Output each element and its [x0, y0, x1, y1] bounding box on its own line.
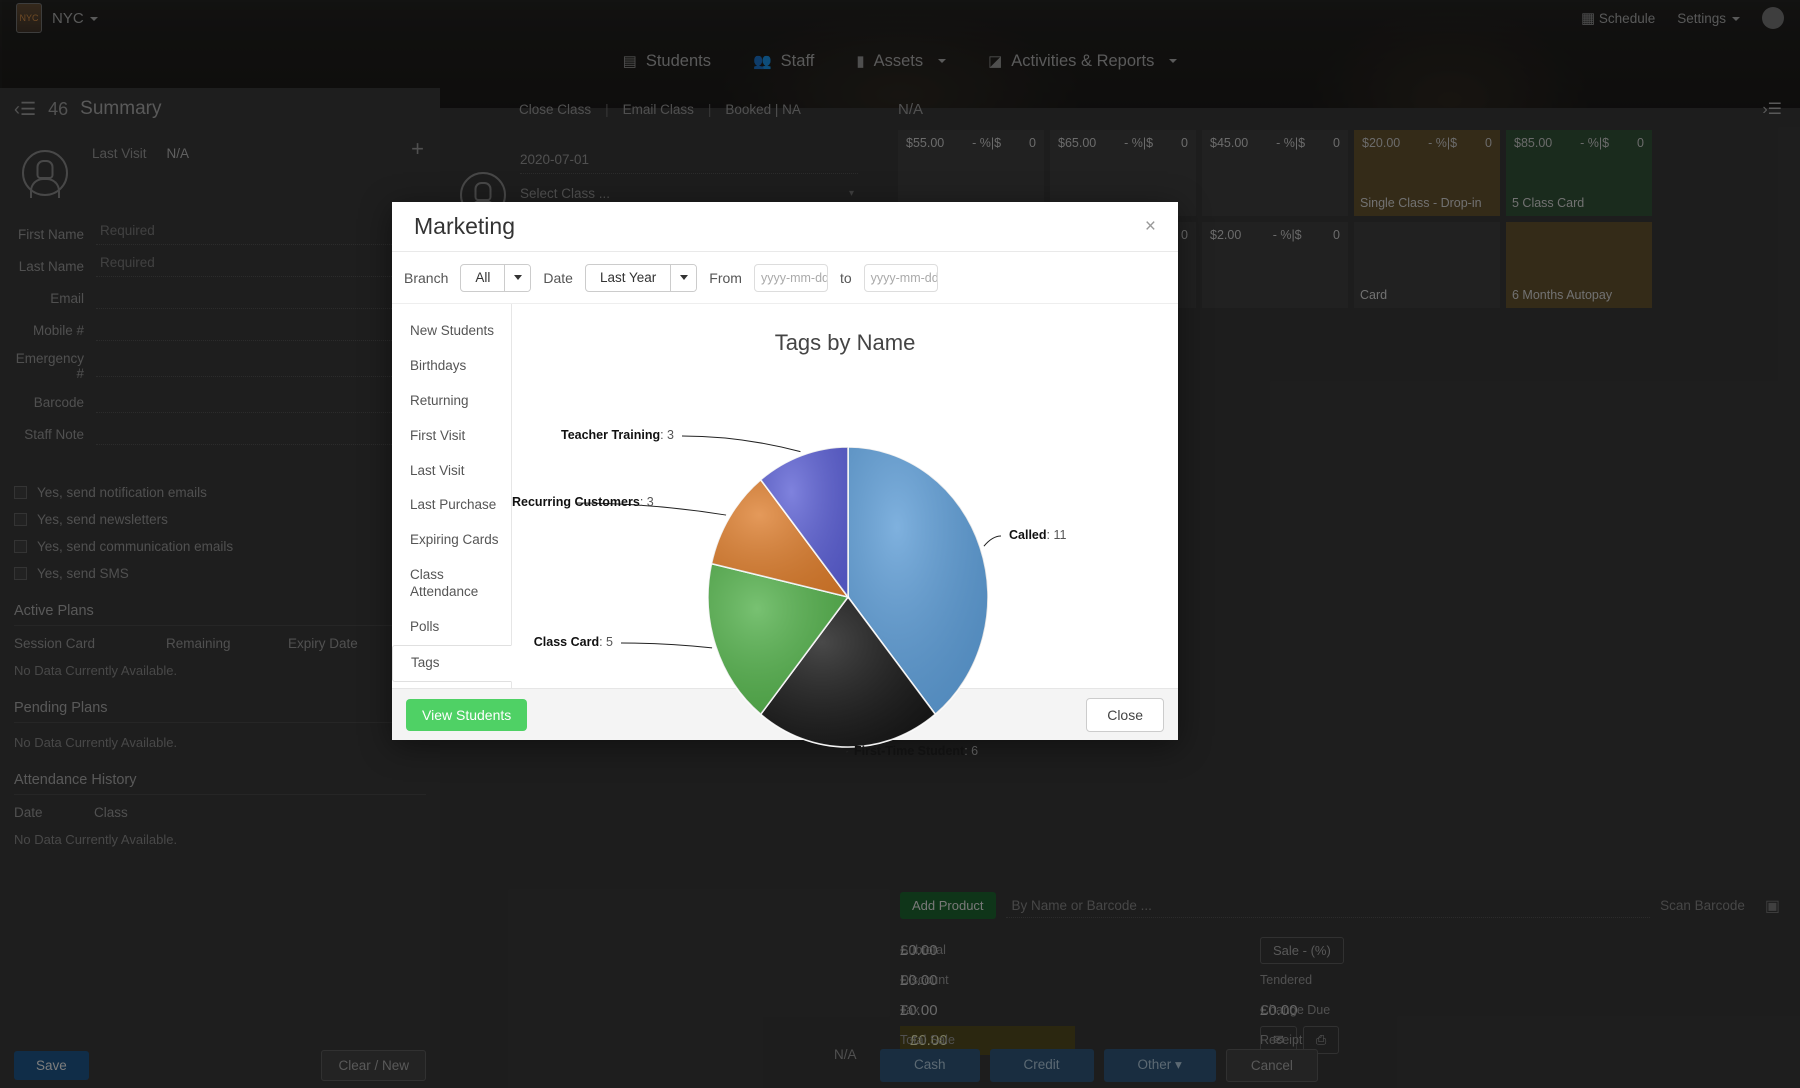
chart-title: Tags by Name: [512, 304, 1178, 356]
report-item-class-attendance[interactable]: Class Attendance: [392, 558, 511, 610]
pie-label-name: Class Card: [534, 635, 599, 649]
pie-label-name: Called: [1009, 528, 1047, 542]
report-item-new-students[interactable]: New Students: [392, 314, 511, 349]
pie-label-called: Called: 11: [1009, 528, 1066, 542]
chevron-down-icon[interactable]: [504, 265, 530, 291]
pie-leader-line: [846, 751, 848, 752]
date-label: Date: [543, 270, 573, 286]
pie-label-first-time-student: First-Time Student: 6: [854, 744, 978, 758]
pie-leader-line: [984, 536, 1001, 546]
report-item-label: Birthdays: [410, 358, 466, 373]
pie-chart: Called: 11First-Time Student: 6Class Car…: [512, 362, 1178, 688]
close-icon[interactable]: ×: [1145, 216, 1156, 238]
chart-container: Tags by Name Called: 11First-Time Studen…: [512, 304, 1178, 688]
report-item-birthdays[interactable]: Birthdays: [392, 349, 511, 384]
pie-label-name: First-Time Student: [854, 744, 964, 758]
report-item-label: Expiring Cards: [410, 532, 499, 547]
report-item-polls[interactable]: Polls: [392, 610, 511, 645]
report-type-list: New Students Birthdays Returning First Visi…: [392, 304, 512, 688]
branch-select[interactable]: All: [460, 264, 531, 292]
pie-leader-line: [682, 436, 800, 452]
marketing-modal: Marketing × Branch All Date Last Year Fr…: [392, 202, 1178, 740]
modal-title: Marketing: [414, 213, 515, 240]
report-item-label: New Students: [410, 323, 494, 338]
report-item-label: First Visit: [410, 428, 465, 443]
report-item-label: Class Attendance: [410, 567, 478, 599]
report-item-expiring-cards[interactable]: Expiring Cards: [392, 523, 511, 558]
to-date-input[interactable]: yyyy-mm-dd: [864, 264, 938, 292]
report-item-first-visit[interactable]: First Visit: [392, 419, 511, 454]
branch-select-value: All: [461, 265, 504, 291]
from-label: From: [709, 270, 742, 286]
pie-label-name: Teacher Training: [561, 428, 660, 442]
pie-label-name: Recurring Customers: [512, 495, 640, 509]
pie-label-class-card: Class Card: 5: [512, 635, 613, 649]
chevron-down-icon[interactable]: [670, 265, 696, 291]
pie-label-value: : 5: [599, 635, 613, 649]
to-label: to: [840, 270, 852, 286]
report-item-label: Polls: [410, 619, 439, 634]
date-range-select[interactable]: Last Year: [585, 264, 697, 292]
modal-header: Marketing ×: [392, 202, 1178, 252]
report-item-last-visit[interactable]: Last Visit: [392, 454, 511, 489]
report-item-label: Last Purchase: [410, 497, 496, 512]
pie-label-value: : 3: [640, 495, 654, 509]
from-date-input[interactable]: yyyy-mm-dd: [754, 264, 828, 292]
date-range-value: Last Year: [586, 265, 670, 291]
view-students-button[interactable]: View Students: [406, 699, 527, 731]
pie-label-value: : 6: [964, 744, 978, 758]
pie-leader-line: [621, 643, 712, 648]
report-item-returning[interactable]: Returning: [392, 384, 511, 419]
report-item-label: Last Visit: [410, 463, 465, 478]
filter-bar: Branch All Date Last Year From yyyy-mm-d…: [392, 252, 1178, 304]
report-item-label: Returning: [410, 393, 469, 408]
report-item-last-purchase[interactable]: Last Purchase: [392, 488, 511, 523]
pie-label-value: : 11: [1047, 528, 1067, 542]
report-item-label: Tags: [411, 655, 440, 670]
pie-label-recurring-customers: Recurring Customers: 3: [512, 495, 568, 509]
pie-label-teacher-training: Teacher Training: 3: [512, 428, 674, 442]
pie-chart-svg[interactable]: [512, 362, 1178, 782]
report-item-tags[interactable]: Tags: [392, 645, 512, 682]
branch-label: Branch: [404, 270, 448, 286]
pie-label-value: : 3: [660, 428, 674, 442]
